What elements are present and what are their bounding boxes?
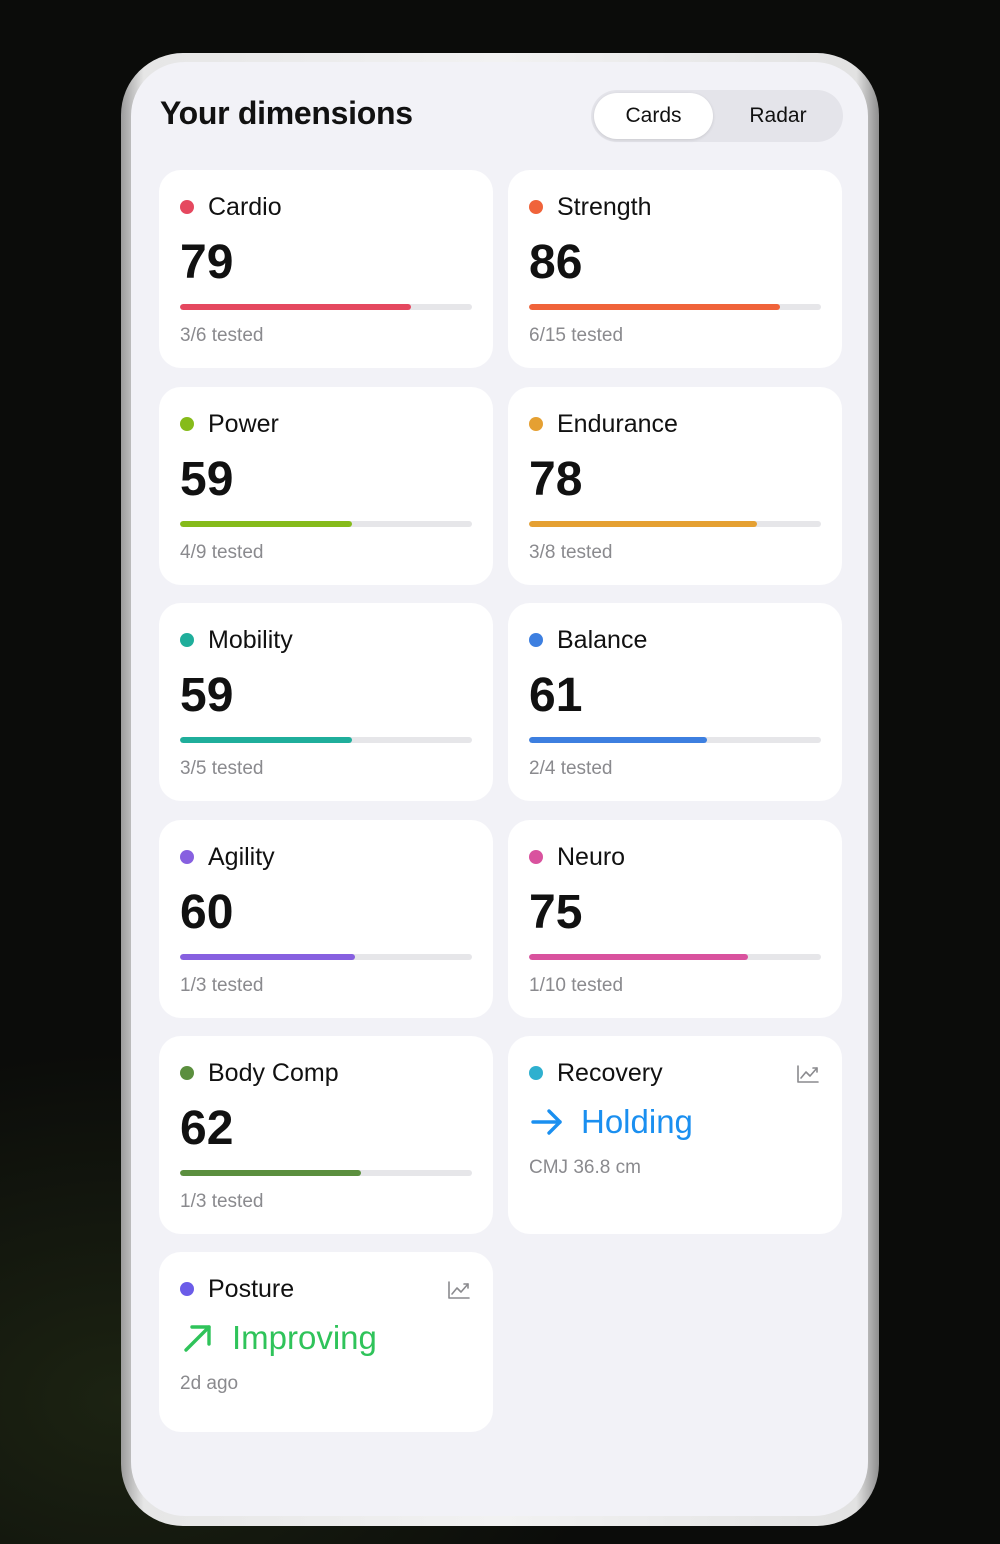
trend-status: Holding (581, 1103, 693, 1140)
status-dot (180, 633, 194, 647)
trend-status-row: Holding (529, 1100, 693, 1144)
view-toggle: Cards Radar (591, 90, 843, 142)
status-dot (529, 200, 543, 214)
progress-fill (180, 304, 411, 310)
progress-fill (180, 737, 353, 743)
dimension-card-balance[interactable]: Balance 61 2/4 tested (508, 603, 842, 801)
dimension-card-strength[interactable]: Strength 86 6/15 tested (508, 170, 842, 368)
dimension-name: Mobility (208, 626, 293, 654)
progress-fill (180, 1170, 362, 1176)
status-dot (529, 633, 543, 647)
dimension-card-agility[interactable]: Agility 60 1/3 tested (159, 820, 493, 1018)
trend-detail: 2d ago (180, 1373, 239, 1394)
dimension-name: Recovery (557, 1059, 663, 1087)
tested-count: 1/10 tested (529, 975, 624, 996)
progress-fill (180, 954, 356, 960)
tested-count: 2/4 tested (529, 758, 613, 779)
view-toggle-cards[interactable]: Cards (594, 93, 713, 139)
dimension-score: 61 (529, 669, 583, 722)
dimension-name: Neuro (557, 843, 626, 871)
dimension-name: Power (208, 410, 279, 438)
progress-fill (529, 954, 748, 960)
page-title: Your dimensions (160, 95, 413, 131)
dimension-score: 60 (180, 886, 234, 939)
status-dot (180, 417, 194, 431)
dimension-name: Posture (208, 1275, 295, 1303)
dimension-name: Cardio (208, 193, 282, 221)
progress-track (180, 521, 472, 527)
tested-count: 3/8 tested (529, 542, 613, 563)
status-dot (180, 1066, 194, 1080)
dimension-card-body-comp[interactable]: Body Comp 62 1/3 tested (159, 1036, 493, 1234)
dimension-score: 59 (180, 453, 234, 506)
screen: Your dimensions Cards Radar Cardio 79 3/… (131, 62, 868, 1516)
dimension-card-endurance[interactable]: Endurance 78 3/8 tested (508, 387, 842, 585)
dimension-name: Agility (208, 843, 275, 871)
dimension-score: 75 (529, 886, 583, 939)
dimension-score: 78 (529, 453, 583, 506)
arrow-up-right-icon (184, 1325, 211, 1352)
dimension-score: 62 (180, 1102, 234, 1155)
progress-track (529, 304, 821, 310)
tested-count: 1/3 tested (180, 975, 264, 996)
trend-card-recovery[interactable]: Recovery Holding CMJ 36.8 cm (508, 1036, 842, 1234)
status-dot (180, 200, 194, 214)
dimension-name: Endurance (557, 410, 678, 438)
dimension-score: 79 (180, 236, 234, 289)
dimension-score: 59 (180, 669, 234, 722)
trend-status: Improving (232, 1319, 377, 1356)
progress-fill (529, 737, 708, 743)
progress-track (180, 304, 472, 310)
dimension-name: Strength (557, 193, 652, 221)
progress-track (180, 737, 472, 743)
arrow-right-icon (531, 1109, 562, 1135)
tested-count: 6/15 tested (529, 325, 624, 346)
tested-count: 3/5 tested (180, 758, 264, 779)
progress-track (529, 737, 821, 743)
status-dot (180, 850, 194, 864)
progress-fill (529, 304, 781, 310)
tested-count: 3/6 tested (180, 325, 264, 346)
trend-chart-icon[interactable] (796, 1064, 820, 1084)
status-dot (529, 850, 543, 864)
progress-track (529, 954, 821, 960)
progress-track (180, 954, 472, 960)
progress-track (180, 1170, 472, 1176)
dimension-name: Balance (557, 626, 648, 654)
dimension-card-cardio[interactable]: Cardio 79 3/6 tested (159, 170, 493, 368)
progress-fill (529, 521, 757, 527)
tested-count: 4/9 tested (180, 542, 264, 563)
dimension-card-neuro[interactable]: Neuro 75 1/10 tested (508, 820, 842, 1018)
status-dot (180, 1282, 194, 1296)
trend-status-row: Improving (180, 1316, 377, 1360)
phone-frame: Your dimensions Cards Radar Cardio 79 3/… (121, 53, 879, 1526)
tested-count: 1/3 tested (180, 1191, 264, 1212)
trend-chart-icon[interactable] (447, 1280, 471, 1300)
progress-fill (180, 521, 353, 527)
dimension-card-power[interactable]: Power 59 4/9 tested (159, 387, 493, 585)
trend-detail: CMJ 36.8 cm (529, 1157, 641, 1178)
view-toggle-radar[interactable]: Radar (717, 93, 839, 139)
dimension-card-mobility[interactable]: Mobility 59 3/5 tested (159, 603, 493, 801)
dimension-name: Body Comp (208, 1059, 339, 1087)
dimension-score: 86 (529, 236, 583, 289)
progress-track (529, 521, 821, 527)
trend-card-posture[interactable]: Posture Improving 2d ago (159, 1252, 493, 1432)
status-dot (529, 417, 543, 431)
status-dot (529, 1066, 543, 1080)
